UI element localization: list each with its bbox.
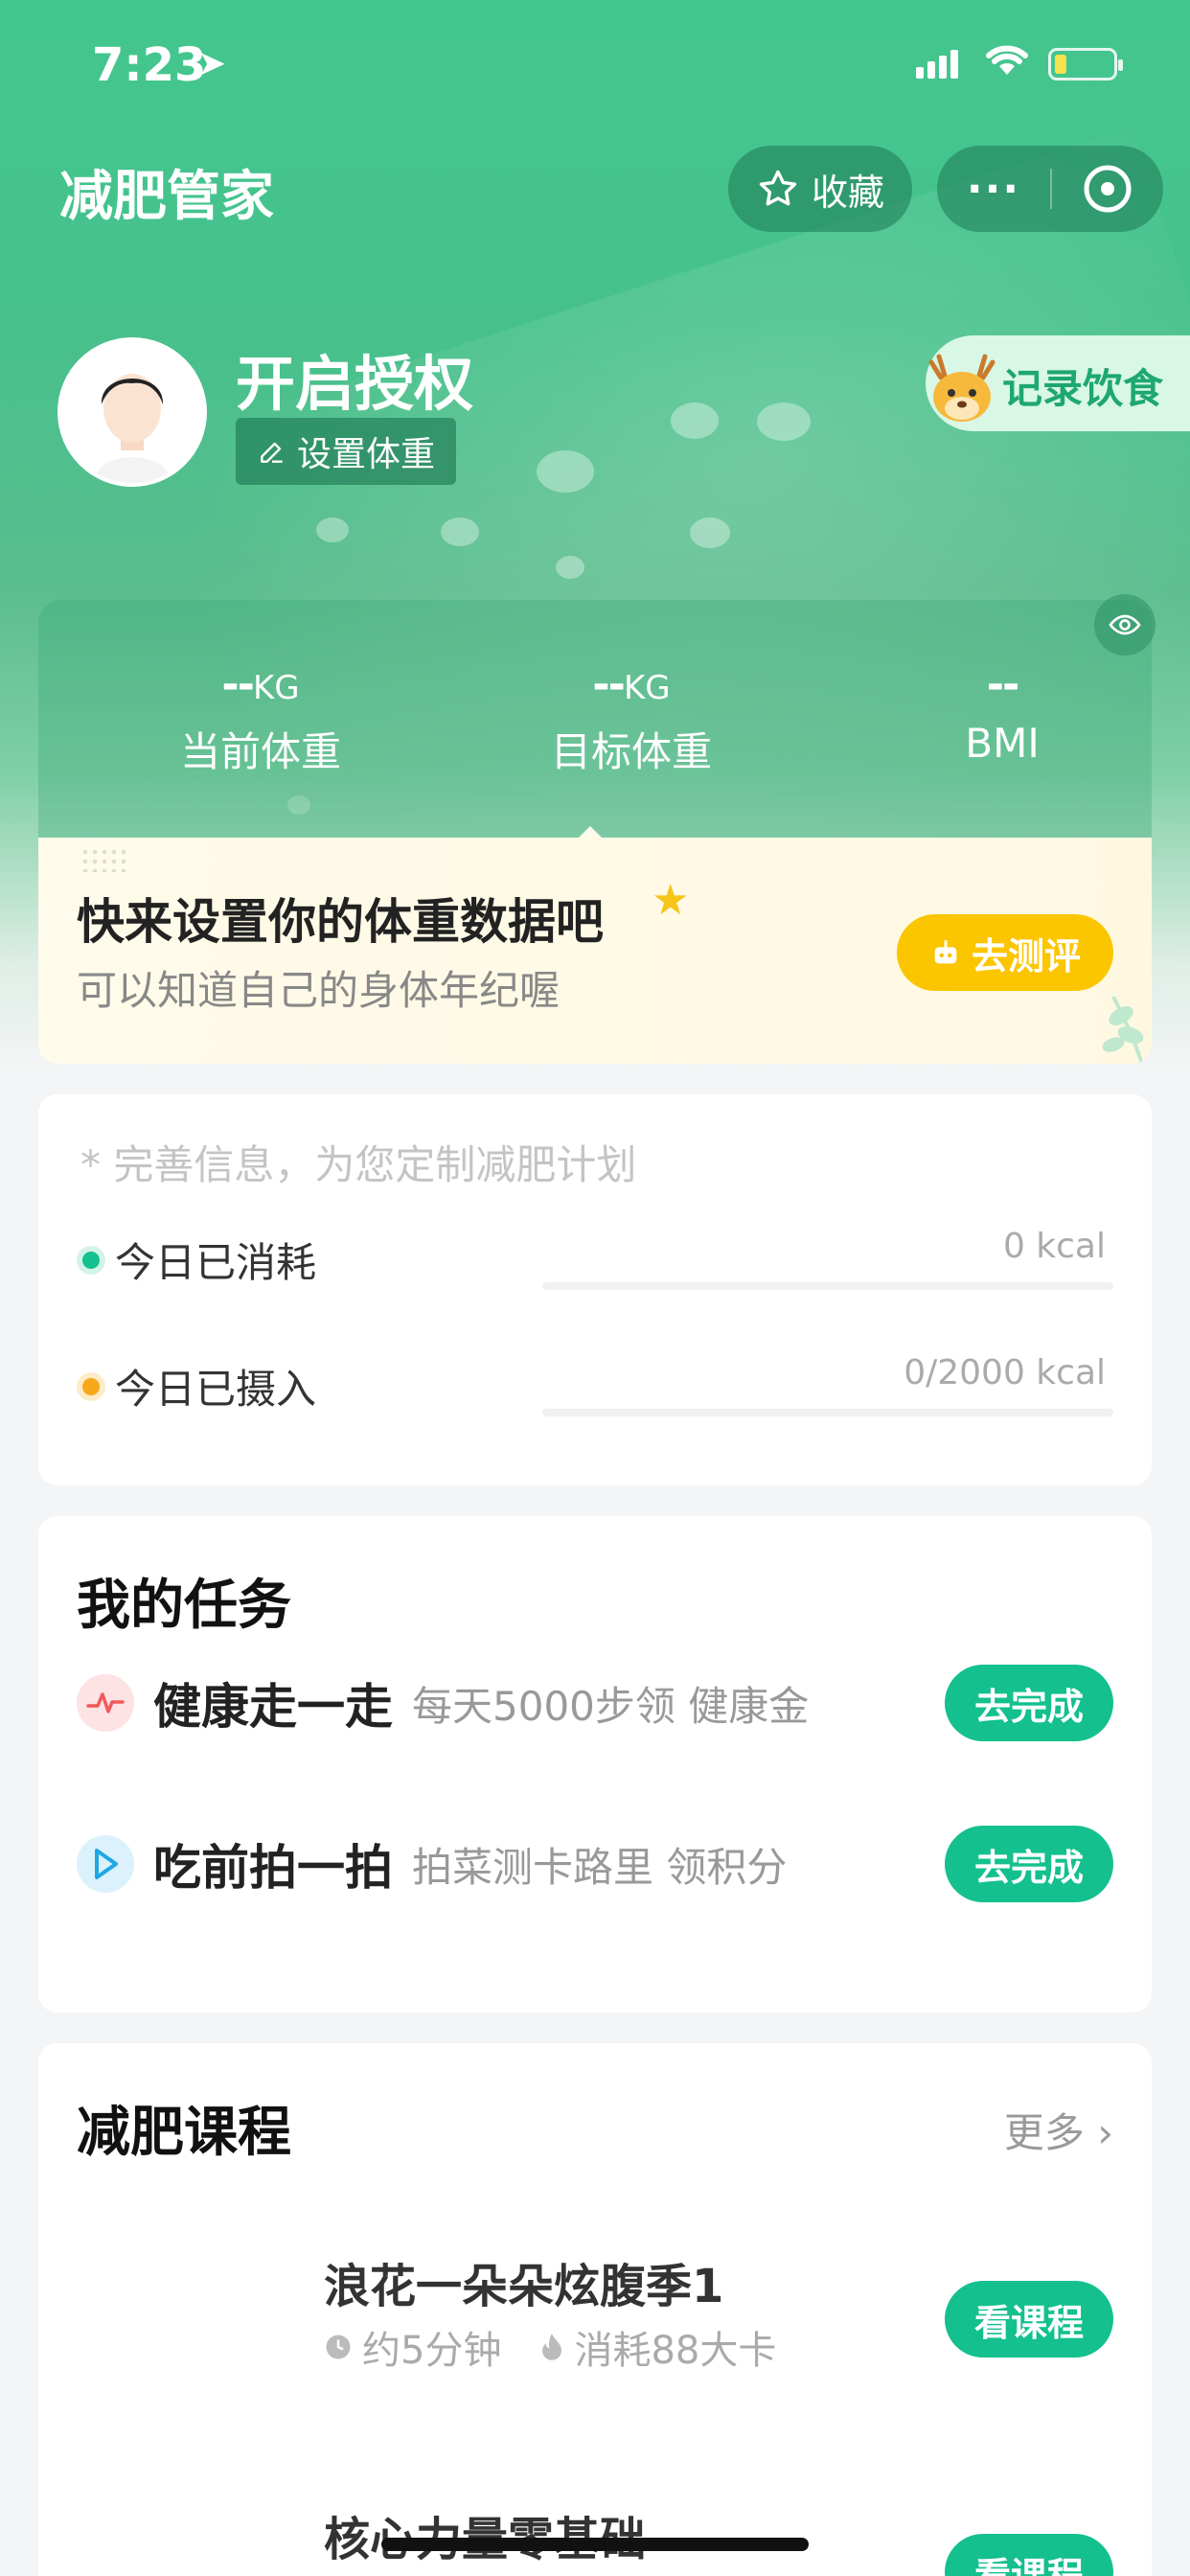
pencil-icon [261, 442, 283, 463]
bmi-label: BMI [965, 720, 1040, 767]
star-icon: ★ [652, 876, 690, 925]
record-diet-button[interactable]: 记录饮食 [926, 335, 1190, 431]
water-drop [441, 518, 479, 546]
set-weight-label: 设置体重 [297, 435, 436, 474]
intake-dot-icon [82, 1377, 100, 1395]
consumed-dot-icon [82, 1251, 100, 1269]
task-name: 健康走一走 [153, 1679, 393, 1735]
status-time: 7:23 [92, 38, 207, 92]
page-title: 减肥管家 [59, 166, 274, 228]
close-button[interactable] [1052, 162, 1163, 216]
cellular-signal-icon [916, 50, 962, 79]
home-indicator [381, 2538, 809, 2551]
avatar[interactable] [57, 337, 207, 487]
record-diet-label: 记录饮食 [1002, 365, 1164, 412]
course-title: 核心力量零基础 [324, 2501, 646, 2568]
course-meta: 约5分钟 消耗88大卡 [324, 2319, 776, 2375]
target-weight-unit: KG [623, 669, 671, 707]
water-drop [757, 402, 811, 441]
app-screen: 7:23 ➤ 减肥管家 收藏 ··· 开启授权 设置体重 记录饮食 --KG 当… [0, 0, 1190, 2576]
set-weight-button[interactable]: 设置体重 [236, 418, 457, 485]
leaf-sprig-icon [1102, 996, 1144, 1064]
heartbeat-icon [77, 1674, 134, 1732]
evaluate-label: 去测评 [971, 934, 1081, 978]
intake-value: 0/2000 kcal [904, 1353, 1106, 1392]
intake-label: 今日已摄入 [115, 1366, 317, 1413]
intake-row: 今日已摄入 [82, 1357, 316, 1415]
consumed-label: 今日已消耗 [115, 1239, 317, 1286]
flame-icon [542, 2334, 562, 2360]
dots-decoration [80, 847, 128, 872]
close-circle-icon [1084, 165, 1132, 213]
favorite-label: 收藏 [811, 171, 884, 214]
target-weight-label: 目标体重 [550, 728, 712, 775]
clock-icon [326, 2334, 351, 2359]
star-outline-icon [759, 170, 797, 206]
more-button[interactable]: ··· [937, 165, 1050, 214]
water-drop [690, 518, 730, 548]
deer-mascot-icon [928, 354, 995, 422]
play-icon [77, 1835, 134, 1893]
visibility-toggle[interactable] [1094, 594, 1156, 656]
task-name: 吃前拍一拍 [153, 1840, 393, 1896]
target-weight-stat[interactable]: --KG 目标体重 [488, 663, 775, 778]
evaluate-button[interactable]: 去测评 [897, 914, 1113, 991]
view-course-button[interactable]: 看课程 [945, 2281, 1113, 2358]
water-drop [537, 450, 594, 493]
eye-icon [1109, 614, 1141, 635]
courses-title: 减肥课程 [77, 2102, 291, 2164]
consumed-progress-bar [542, 1282, 1113, 1290]
complete-task-button[interactable]: 去完成 [945, 1826, 1113, 1902]
robot-icon [934, 940, 957, 964]
tasks-card: 我的任务 健康走一走 每天5000步领 健康金 去完成 吃前拍一拍 拍菜测卡路里… [38, 1516, 1152, 2012]
courses-card: 减肥课程 更多 › 浪花一朵朵炫腹季1 约5分钟 消耗88大卡 看课程 核心力量… [38, 2043, 1152, 2576]
prompt-title: 快来设置你的体重数据吧 [77, 894, 604, 950]
plan-hint[interactable]: * 完善信息，为您定制减肥计划 [80, 1133, 636, 1191]
current-weight-stat[interactable]: --KG 当前体重 [117, 663, 404, 778]
weight-prompt-card: 快来设置你的体重数据吧 ★ 可以知道自己的身体年纪喔 去测评 [38, 838, 1152, 1064]
current-weight-label: 当前体重 [179, 728, 341, 775]
course-item[interactable]: 浪花一朵朵炫腹季1 约5分钟 消耗88大卡 看课程 [38, 2248, 1152, 2392]
miniprogram-capsule: ··· [937, 146, 1163, 232]
task-desc: 每天5000步领 健康金 [412, 1682, 810, 1730]
target-weight-value: -- [592, 660, 626, 709]
tasks-title: 我的任务 [77, 1575, 291, 1637]
bmi-stat[interactable]: -- BMI [858, 660, 1146, 768]
location-arrow-icon: ➤ [197, 44, 227, 83]
course-calories: 消耗88大卡 [539, 2319, 776, 2375]
wifi-icon [983, 40, 1031, 89]
weight-stats-panel: --KG 当前体重 --KG 目标体重 -- BMI [38, 594, 1156, 840]
current-weight-unit: KG [252, 669, 300, 707]
favorite-button[interactable]: 收藏 [728, 146, 912, 232]
consumed-row: 今日已消耗 [82, 1230, 316, 1289]
current-weight-value: -- [221, 660, 255, 709]
bmi-value: -- [986, 660, 1020, 709]
task-item-walk: 健康走一走 每天5000步领 健康金 去完成 [77, 1660, 1113, 1746]
course-duration: 约5分钟 [324, 2319, 501, 2375]
authorize-login[interactable]: 开启授权 [236, 335, 473, 422]
task-item-photo: 吃前拍一拍 拍菜测卡路里 领积分 去完成 [77, 1821, 1113, 1907]
water-drop [316, 518, 349, 542]
intake-progress-bar [542, 1409, 1113, 1416]
status-bar: 7:23 ➤ [0, 38, 1190, 96]
water-drop [671, 402, 719, 439]
battery-icon [1048, 48, 1123, 80]
more-courses-link[interactable]: 更多 › [1004, 2101, 1113, 2159]
water-drop [556, 556, 584, 579]
course-title: 浪花一朵朵炫腹季1 [324, 2260, 724, 2313]
view-course-button[interactable]: 看课程 [945, 2534, 1113, 2576]
complete-task-button[interactable]: 去完成 [945, 1665, 1113, 1741]
chevron-right-icon: › [1097, 2109, 1113, 2156]
energy-card: * 完善信息，为您定制减肥计划 今日已消耗 0 kcal 今日已摄入 0/200… [38, 1094, 1152, 1485]
prompt-subtitle: 可以知道自己的身体年纪喔 [77, 967, 561, 1014]
consumed-value: 0 kcal [1002, 1227, 1106, 1266]
more-label: 更多 [1003, 2109, 1085, 2156]
task-desc: 拍菜测卡路里 领积分 [412, 1843, 788, 1891]
